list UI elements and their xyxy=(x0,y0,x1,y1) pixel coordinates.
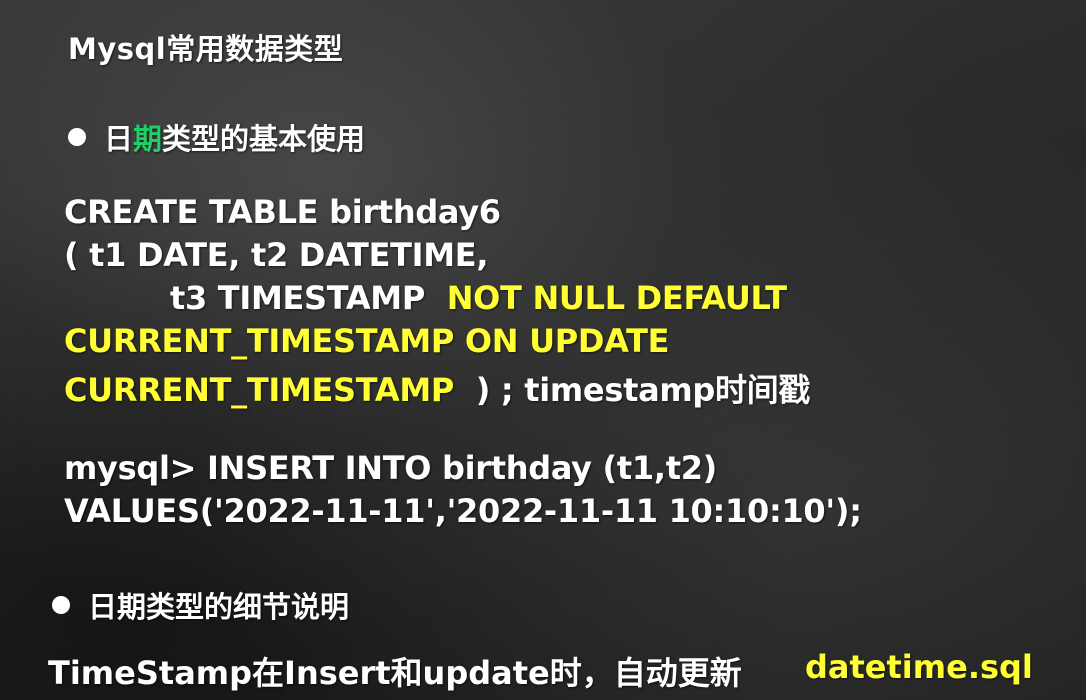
slide-title: Mysql常用数据类型 xyxy=(68,32,344,66)
code-line-5-highlight: CURRENT_TIMESTAMP xyxy=(64,371,476,409)
code-line-3-plain: t3 TIMESTAMP xyxy=(170,279,447,317)
footer-note: TimeStamp在Insert和update时，自动更新 xyxy=(48,654,742,692)
code-line-1: CREATE TABLE birthday6 xyxy=(64,193,501,231)
code-line-5: CURRENT_TIMESTAMP ) ; timestamp时间戳 xyxy=(64,365,810,411)
slide: { "slide": { "title": "Mysql常用数据类型", "se… xyxy=(0,0,1086,700)
code-line-7: VALUES('2022-11-11','2022-11-11 10:10:10… xyxy=(64,492,862,530)
section-heading-part-b: 期 xyxy=(133,122,163,156)
section-heading-details: 日期类型的细节说明 xyxy=(52,584,349,626)
section-heading-basic-usage: 日期类型的基本使用 xyxy=(68,116,365,158)
code-line-2: ( t1 DATE, t2 DATETIME, xyxy=(64,236,489,274)
section-heading-part-a: 日 xyxy=(104,122,134,156)
code-line-3-highlight: NOT NULL DEFAULT xyxy=(446,279,787,317)
section-heading-details-label: 日期类型的细节说明 xyxy=(88,590,350,624)
code-line-6: mysql> INSERT INTO birthday (t1,t2) xyxy=(64,449,717,487)
footer-filename: datetime.sql xyxy=(805,648,1033,686)
code-line-4: CURRENT_TIMESTAMP ON UPDATE xyxy=(64,322,670,360)
section-heading-part-c: 类型的基本使用 xyxy=(162,122,366,156)
bullet-icon xyxy=(68,128,86,146)
code-line-3: t3 TIMESTAMP NOT NULL DEFAULT xyxy=(170,279,787,317)
code-line-5-plain: ) ; timestamp时间戳 xyxy=(475,371,811,409)
bullet-icon xyxy=(52,596,70,614)
